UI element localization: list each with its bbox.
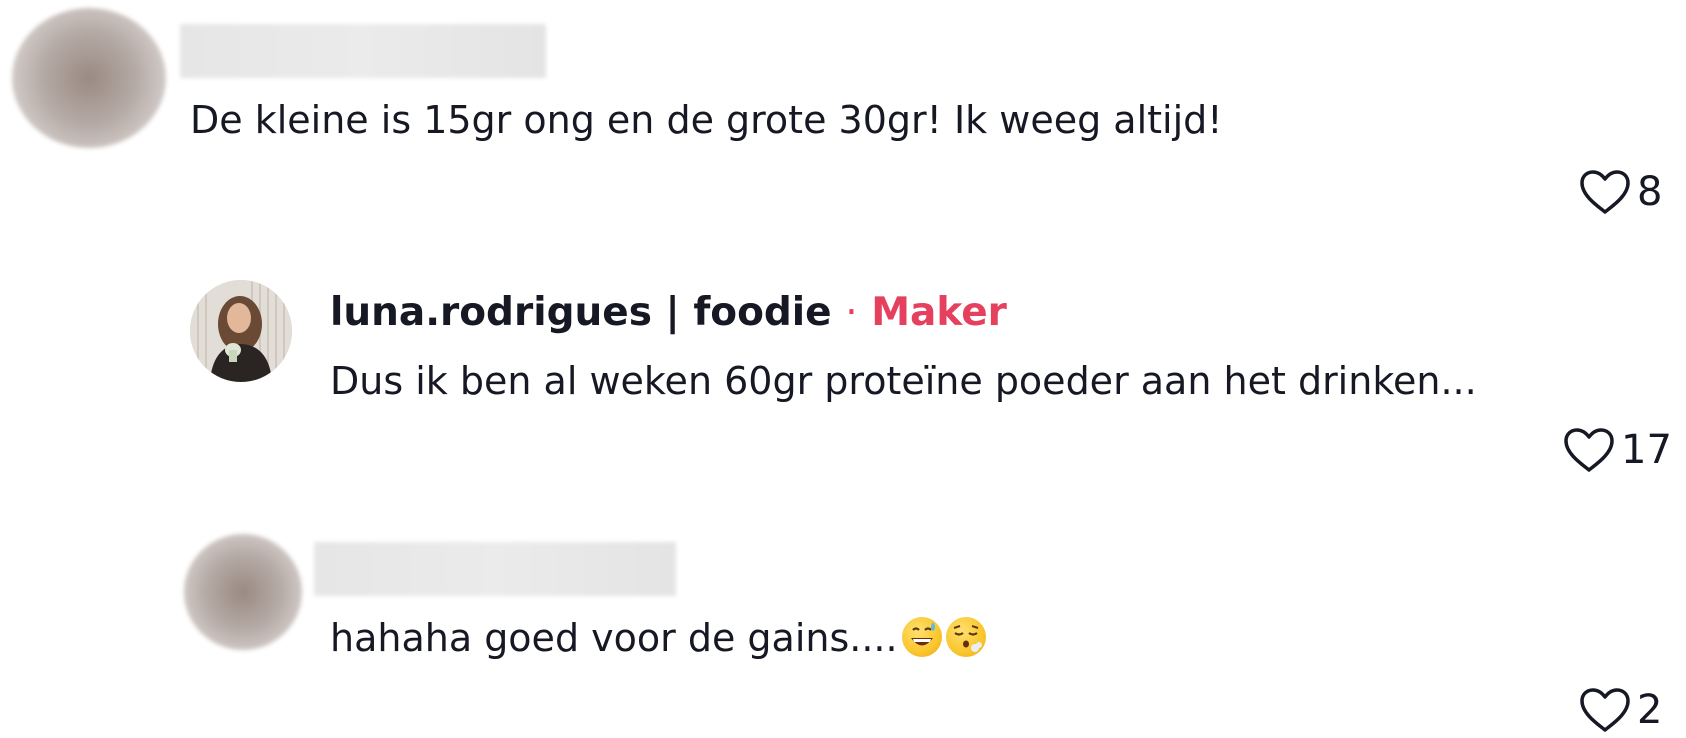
heart-outline-icon xyxy=(1564,428,1614,472)
grinning-sweat-emoji xyxy=(901,617,942,657)
like-button[interactable]: 17 xyxy=(1563,424,1672,476)
comment-text: hahaha goed voor de gains.... xyxy=(330,614,986,662)
like-count: 8 xyxy=(1637,169,1663,215)
avatar[interactable] xyxy=(184,534,302,650)
author-name-redacted[interactable] xyxy=(314,542,676,596)
comment-text: De kleine is 15gr ong en de grote 30gr! … xyxy=(190,98,1223,142)
author-name[interactable]: luna.rodrigues | foodie · Maker xyxy=(330,289,1007,337)
comment-text: Dus ik ben al weken 60gr proteïne poeder… xyxy=(330,359,1477,403)
like-count: 17 xyxy=(1621,427,1672,473)
author-username[interactable]: luna.rodrigues | foodie xyxy=(330,290,832,335)
heart-outline-icon xyxy=(1580,688,1630,732)
like-button[interactable]: 8 xyxy=(1579,166,1662,218)
creator-photo xyxy=(190,280,292,382)
avatar[interactable] xyxy=(12,8,166,148)
creator-badge: Maker xyxy=(871,290,1007,335)
like-button[interactable]: 2 xyxy=(1579,684,1662,736)
heart-outline-icon xyxy=(1580,170,1630,214)
separator-dot: · xyxy=(845,290,858,335)
creator-avatar[interactable] xyxy=(190,280,292,382)
author-name-redacted[interactable] xyxy=(180,24,546,78)
comment-text-content: hahaha goed voor de gains.... xyxy=(330,616,898,660)
exhaling-face-emoji xyxy=(945,617,986,657)
like-count: 2 xyxy=(1637,687,1663,733)
